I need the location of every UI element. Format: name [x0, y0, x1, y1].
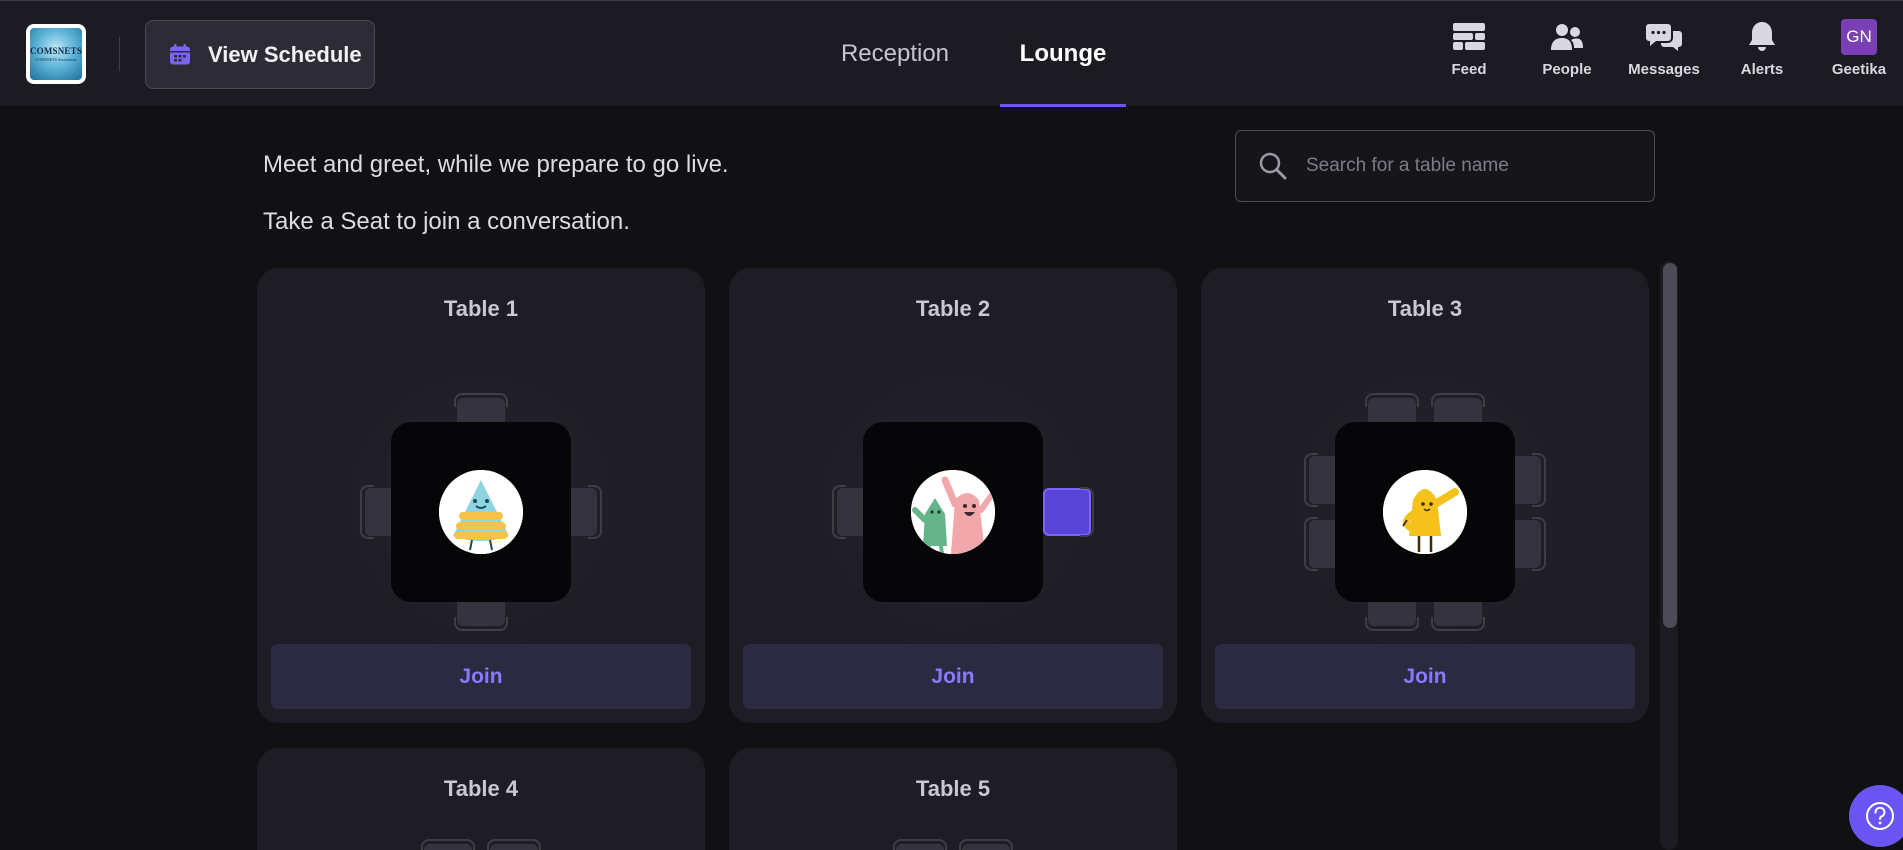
- tab-lounge[interactable]: Lounge: [1000, 1, 1126, 107]
- tab-reception[interactable]: Reception: [830, 1, 960, 107]
- nav-profile[interactable]: GN Geetika: [1814, 19, 1903, 91]
- logo-text: COMSNETS: [30, 46, 82, 56]
- join-table-button[interactable]: Join: [1215, 644, 1635, 709]
- nav-people[interactable]: People: [1522, 19, 1612, 91]
- nav-messages[interactable]: Messages: [1619, 19, 1709, 91]
- view-schedule-button[interactable]: View Schedule: [145, 20, 375, 89]
- table-title: Table 1: [443, 296, 519, 321]
- search-icon: [1259, 152, 1287, 180]
- table-card: Table 5: [729, 748, 1177, 850]
- logo-globe-icon: COMSNETS COMSNETS Association: [30, 28, 82, 80]
- table-card: Table 1 Join: [257, 268, 705, 723]
- table-card: Table 4: [257, 748, 705, 850]
- calendar-icon: [170, 43, 190, 64]
- view-schedule-label: View Schedule: [208, 41, 362, 67]
- table-search-box[interactable]: [1235, 130, 1655, 202]
- nav-feed[interactable]: Feed: [1424, 19, 1514, 91]
- table-seat[interactable]: [893, 839, 947, 850]
- table-card: Table 2 Join: [729, 268, 1177, 723]
- lounge-instructions-text: Take a Seat to join a conversation.: [263, 208, 630, 235]
- join-table-button[interactable]: Join: [271, 644, 691, 709]
- nav-feed-label: Feed: [1451, 61, 1487, 78]
- nav-profile-label: Geetika: [1831, 61, 1887, 78]
- logo-subtext: COMSNETS Association: [35, 57, 77, 62]
- nav-people-label: People: [1542, 61, 1592, 78]
- nav-messages-label: Messages: [1628, 61, 1700, 78]
- bell-icon: [1749, 22, 1775, 51]
- tables-scrollbar-thumb[interactable]: [1663, 263, 1677, 628]
- table-layout: [1201, 358, 1649, 648]
- table-seat[interactable]: [487, 839, 541, 850]
- table-search-input[interactable]: [1306, 155, 1626, 177]
- lounge-intro-text: Meet and greet, while we prepare to go l…: [263, 151, 729, 178]
- waving-friends-icon: [911, 470, 995, 554]
- table-seat-occupied[interactable]: [1043, 487, 1094, 537]
- table-card: Table 3 Join: [1201, 268, 1649, 723]
- nav-alerts-label: Alerts: [1740, 61, 1784, 78]
- messages-icon: [1646, 24, 1682, 51]
- people-icon: [1551, 24, 1583, 50]
- help-button[interactable]: [1849, 785, 1903, 847]
- table-title: Table 5: [915, 776, 991, 801]
- yellow-waving-character-icon: [1383, 470, 1467, 554]
- join-table-button[interactable]: Join: [743, 644, 1163, 709]
- event-logo[interactable]: COMSNETS COMSNETS Association: [26, 24, 86, 84]
- table-title: Table 4: [443, 776, 519, 801]
- table-seat[interactable]: [959, 839, 1013, 850]
- table-seat[interactable]: [421, 839, 475, 850]
- table-layout: [257, 358, 705, 648]
- feed-icon: [1453, 23, 1485, 50]
- table-title: Table 3: [1387, 296, 1463, 321]
- header-divider: [119, 37, 120, 71]
- table-title: Table 2: [915, 296, 991, 321]
- table-layout: [729, 358, 1177, 648]
- help-icon: [1866, 802, 1894, 830]
- nav-alerts[interactable]: Alerts: [1717, 19, 1807, 91]
- top-bar: COMSNETS COMSNETS Association View Sched…: [0, 0, 1903, 107]
- avatar: GN: [1841, 19, 1877, 55]
- cake-character-icon: [439, 470, 523, 554]
